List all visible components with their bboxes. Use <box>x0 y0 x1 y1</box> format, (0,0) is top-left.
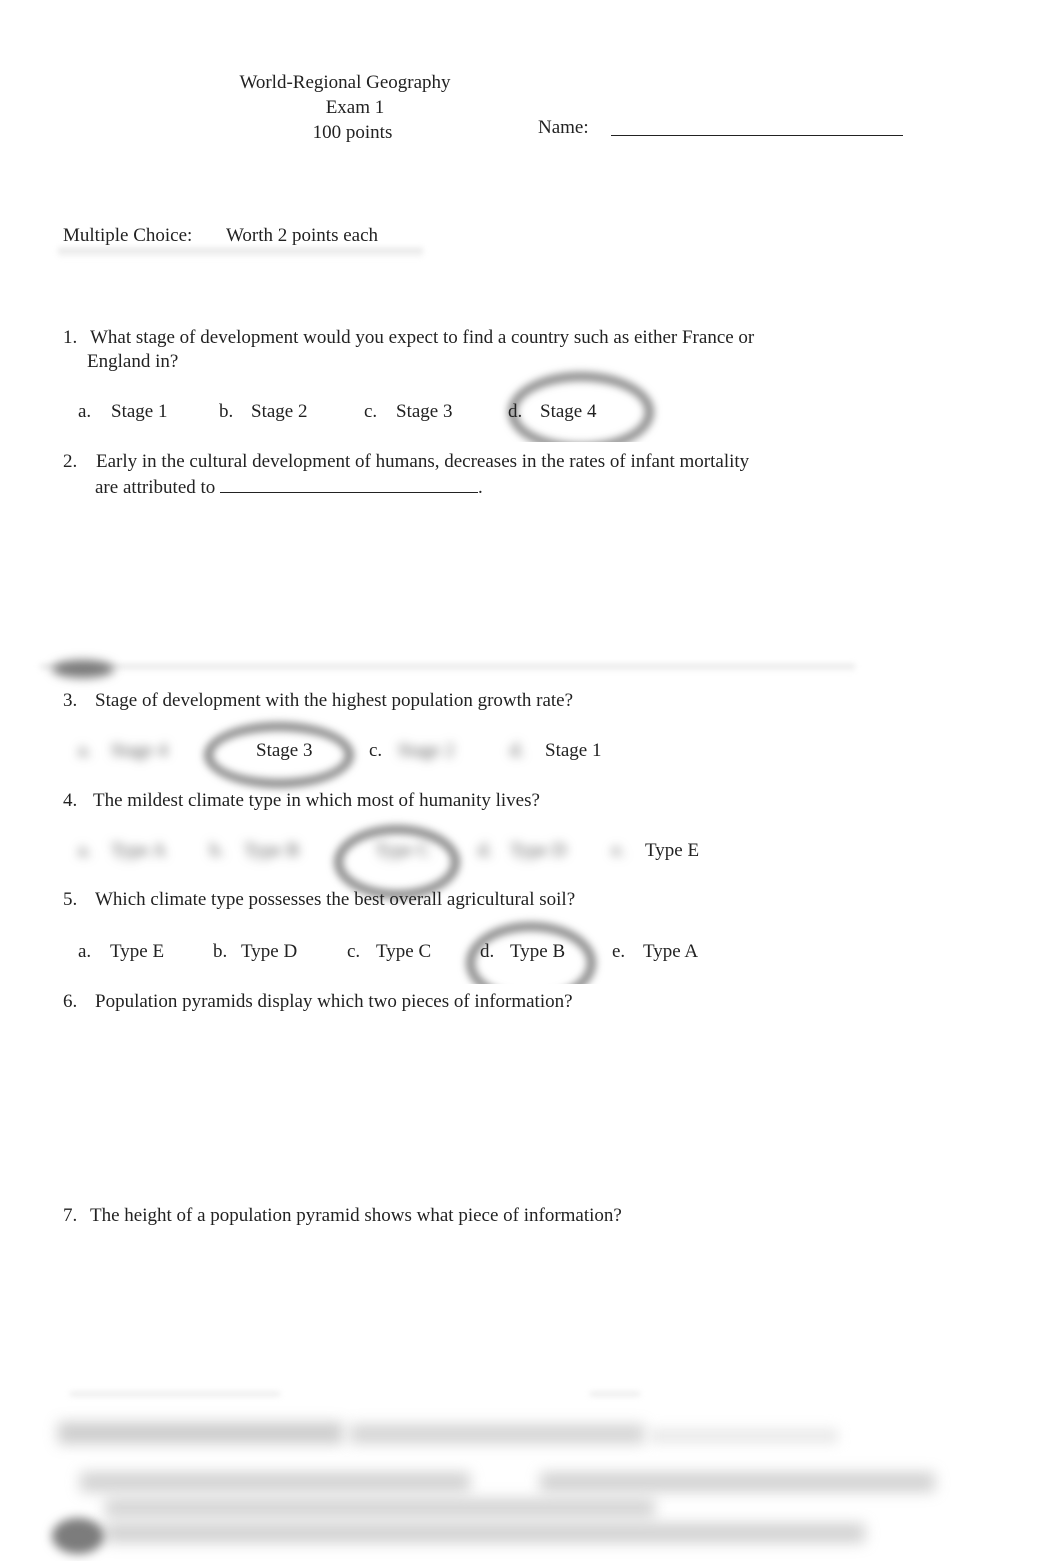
option-letter-blurred: a. <box>78 740 92 761</box>
question-text: Stage of development with the highest po… <box>95 690 574 711</box>
option-blurred[interactable]: Stage 2 <box>398 739 454 763</box>
question-text: Early in the cultural development of hum… <box>96 451 750 472</box>
option-letter: d. <box>508 401 523 422</box>
exam-title: Exam 1 <box>325 97 385 118</box>
option-blurred[interactable]: Type B <box>244 839 299 863</box>
option-blurred[interactable]: Type D <box>510 839 566 863</box>
option-letter-blurred: b. <box>210 840 225 861</box>
option-type-c[interactable]: Type C <box>376 940 431 964</box>
option-stage-3[interactable]: Stage 3 <box>256 739 312 763</box>
option-letter: b. <box>213 941 228 962</box>
option-letter-blurred: e. <box>612 840 626 861</box>
question-text: Which climate type possesses the best ov… <box>95 889 576 910</box>
option-letter: b. <box>219 401 234 422</box>
section-shadow <box>58 248 423 258</box>
section-label: Multiple Choice: <box>63 225 193 246</box>
option-type-b[interactable]: Type B <box>510 940 565 964</box>
redacted-option <box>105 1523 865 1543</box>
option-type-e[interactable]: Type E <box>645 839 699 863</box>
question-text: The mildest climate type in which most o… <box>93 790 540 811</box>
question-number: 1. <box>63 327 78 348</box>
name-label: Name: <box>538 117 589 138</box>
option-letter-blurred: d. <box>478 840 493 861</box>
option-letter-blurred: a. <box>78 840 92 861</box>
redacted-option <box>105 1498 655 1518</box>
question-number: 2. <box>63 451 78 472</box>
exam-points: 100 points <box>312 122 393 143</box>
option-type-e[interactable]: Type E <box>110 940 164 964</box>
question-number: 5. <box>63 889 78 910</box>
redaction-band <box>590 1392 640 1398</box>
redaction-band <box>70 1392 280 1398</box>
option-stage-4[interactable]: Stage 4 <box>540 400 596 424</box>
question-number: 4. <box>63 790 78 811</box>
option-letter: a. <box>78 941 92 962</box>
redacted-blank <box>650 1428 838 1444</box>
question-text: What stage of development would you expe… <box>90 327 755 348</box>
sentence-period: . <box>478 477 483 498</box>
question-text: Population pyramids display which two pi… <box>95 991 573 1012</box>
option-stage-1[interactable]: Stage 1 <box>545 739 601 763</box>
option-blurred[interactable]: Stage 4 <box>111 739 167 763</box>
option-letter: c. <box>369 740 383 761</box>
question-number: 3. <box>63 690 78 711</box>
redacted-option <box>540 1472 935 1492</box>
redacted-text-block <box>58 1422 343 1444</box>
redacted-answer-mark <box>52 1518 104 1554</box>
section-worth: Worth 2 points each <box>226 225 379 246</box>
redaction-smudge <box>52 660 114 678</box>
question-text-cont-label: are attributed to <box>95 477 216 498</box>
question-text: The height of a population pyramid shows… <box>90 1205 622 1226</box>
question-text-cont: are attributed to . <box>95 476 483 500</box>
redaction-band <box>40 664 855 672</box>
redacted-text-block <box>350 1424 645 1444</box>
redacted-option <box>80 1472 470 1492</box>
option-blurred[interactable]: Type A <box>111 839 166 863</box>
option-blurred[interactable]: Type C <box>375 839 430 863</box>
question-number: 6. <box>63 991 78 1012</box>
question-number: 7. <box>63 1205 78 1226</box>
option-stage-2[interactable]: Stage 2 <box>251 400 307 424</box>
option-stage-3[interactable]: Stage 3 <box>396 400 452 424</box>
option-type-a[interactable]: Type A <box>643 940 698 964</box>
option-letter: a. <box>78 401 92 422</box>
option-letter: c. <box>364 401 378 422</box>
option-type-d[interactable]: Type D <box>241 940 297 964</box>
option-letter-blurred: d. <box>510 740 525 761</box>
option-letter: e. <box>612 941 626 962</box>
option-letter: d. <box>480 941 495 962</box>
answer-blank[interactable] <box>220 476 479 493</box>
name-field[interactable] <box>611 118 903 136</box>
option-letter: c. <box>347 941 361 962</box>
option-stage-1[interactable]: Stage 1 <box>111 400 167 424</box>
question-text-cont: England in? <box>87 351 179 372</box>
course-title: World-Regional Geography <box>239 72 451 93</box>
